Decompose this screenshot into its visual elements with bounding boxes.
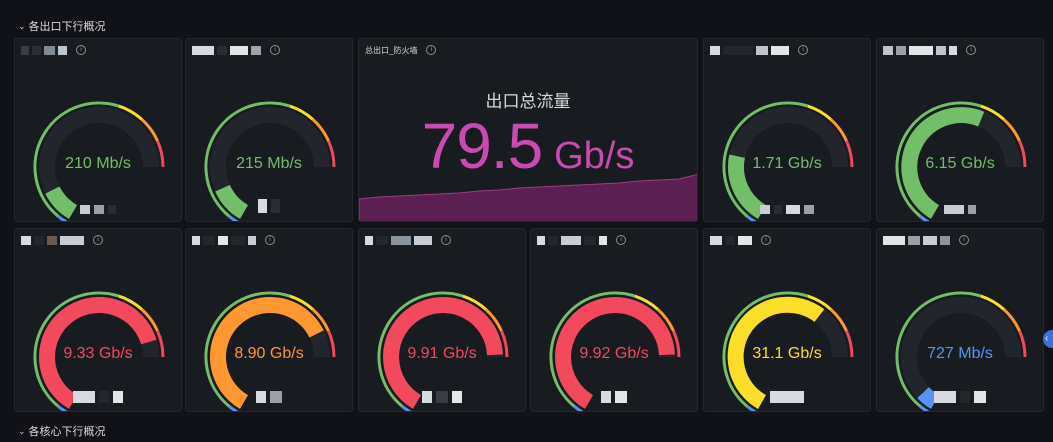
gauge-panel[interactable]: i 9.91 Gb/s bbox=[358, 228, 526, 412]
gauge-panel[interactable]: i 9.92 Gb/s bbox=[530, 228, 698, 412]
gauge-value: 215 Mb/s bbox=[236, 155, 302, 172]
gauge-panel[interactable]: i 9.33 Gb/s bbox=[14, 228, 182, 412]
gauge-footer bbox=[877, 205, 1043, 214]
gauge bbox=[722, 101, 854, 221]
gauge-footer bbox=[186, 199, 352, 213]
row-title: 各核心下行概况 bbox=[28, 426, 106, 438]
gauge-value: 9.92 Gb/s bbox=[579, 345, 649, 362]
gauge-panel[interactable]: i 727 Mb/s bbox=[876, 228, 1044, 412]
gauge bbox=[204, 291, 336, 411]
gauge-panel[interactable]: i 31.1 Gb/s bbox=[703, 228, 871, 412]
gauge-value: 210 Mb/s bbox=[65, 155, 131, 172]
gauge bbox=[722, 291, 854, 411]
gauge-value: 9.33 Gb/s bbox=[63, 345, 133, 362]
gauge-value: 6.15 Gb/s bbox=[925, 155, 995, 172]
gauge bbox=[33, 101, 165, 221]
gauge-panel[interactable]: i 8.90 Gb/s bbox=[185, 228, 353, 412]
chevron-down-icon: ⌄ bbox=[18, 20, 26, 31]
gauge-footer bbox=[704, 205, 870, 214]
gauge-threshold-band bbox=[919, 215, 930, 221]
gauge-threshold-band bbox=[746, 215, 757, 221]
gauge-threshold-band bbox=[57, 215, 68, 221]
gauge-panel[interactable]: i 215 Mb/s bbox=[185, 38, 353, 222]
gauge bbox=[895, 101, 1027, 221]
gauge-footer bbox=[531, 391, 697, 403]
gauge-footer bbox=[877, 391, 1043, 403]
row-header-cores[interactable]: ⌄ 各核心下行概况 bbox=[18, 423, 106, 439]
row-title: 各出口下行概况 bbox=[28, 21, 106, 33]
row-header-exits[interactable]: ⌄ 各出口下行概况 bbox=[18, 18, 106, 34]
gauge bbox=[204, 101, 336, 221]
gauge-footer bbox=[704, 391, 870, 403]
gauge-value: 31.1 Gb/s bbox=[752, 345, 822, 362]
gauge-panel[interactable]: i 210 Mb/s bbox=[14, 38, 182, 222]
gauge-footer bbox=[15, 391, 181, 403]
gauge-footer bbox=[359, 391, 525, 403]
stat-panel[interactable]: 总出口_防火墙 i 出口总流量 79.5 Gb/s bbox=[358, 38, 698, 222]
gauge-threshold-band bbox=[57, 405, 68, 411]
gauge bbox=[33, 291, 165, 411]
gauge-panel[interactable]: i 6.15 Gb/s bbox=[876, 38, 1044, 222]
gauge-threshold-band bbox=[919, 405, 930, 411]
gauge-panel[interactable]: i 1.71 Gb/s bbox=[703, 38, 871, 222]
gauge bbox=[895, 291, 1027, 411]
gauge-value: 8.90 Gb/s bbox=[234, 345, 304, 362]
gauge-threshold-band bbox=[228, 215, 239, 221]
gauge-threshold-band bbox=[401, 405, 412, 411]
gauge bbox=[549, 291, 681, 411]
chevron-down-icon: ⌄ bbox=[18, 425, 26, 436]
gauge-footer bbox=[186, 391, 352, 403]
gauge-value: 9.91 Gb/s bbox=[407, 345, 477, 362]
side-collapse-button[interactable]: ‹ bbox=[1043, 330, 1053, 348]
sparkline bbox=[359, 173, 697, 221]
gauge-value: 1.71 Gb/s bbox=[752, 155, 822, 172]
gauge-footer bbox=[15, 205, 181, 214]
gauge-value: 727 Mb/s bbox=[927, 345, 993, 362]
gauge-threshold-band bbox=[746, 405, 757, 411]
gauge-threshold-band bbox=[228, 405, 239, 411]
gauge-threshold-band bbox=[573, 405, 584, 411]
gauge bbox=[377, 291, 509, 411]
